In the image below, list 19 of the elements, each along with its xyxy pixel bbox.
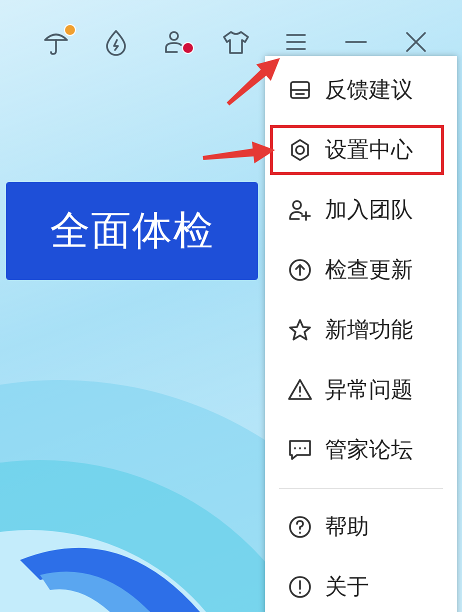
menu-item[interactable]: 异常问题 (265, 360, 457, 420)
menu-item[interactable]: 帮助 (265, 497, 457, 557)
warning-icon (287, 377, 313, 403)
menu-item[interactable]: 管家论坛 (265, 420, 457, 480)
help-icon (287, 514, 313, 540)
menu-item[interactable]: 加入团队 (265, 180, 457, 240)
info-icon (287, 574, 313, 600)
annotation-arrow (226, 58, 280, 106)
star-icon (287, 317, 313, 343)
add-user-icon (287, 197, 313, 223)
menu-item[interactable]: 检查更新 (265, 240, 457, 300)
full-checkup-button[interactable]: 全面体检 (6, 182, 258, 280)
chat-icon (287, 437, 313, 463)
upload-icon (287, 257, 313, 283)
menu-item[interactable]: 设置中心 (265, 120, 450, 180)
menu-item[interactable]: 关于 (265, 557, 457, 612)
minimize-icon (345, 41, 367, 43)
menu-item[interactable]: 新增功能 (265, 300, 457, 360)
menu-item[interactable]: 反馈建议 (265, 60, 457, 120)
